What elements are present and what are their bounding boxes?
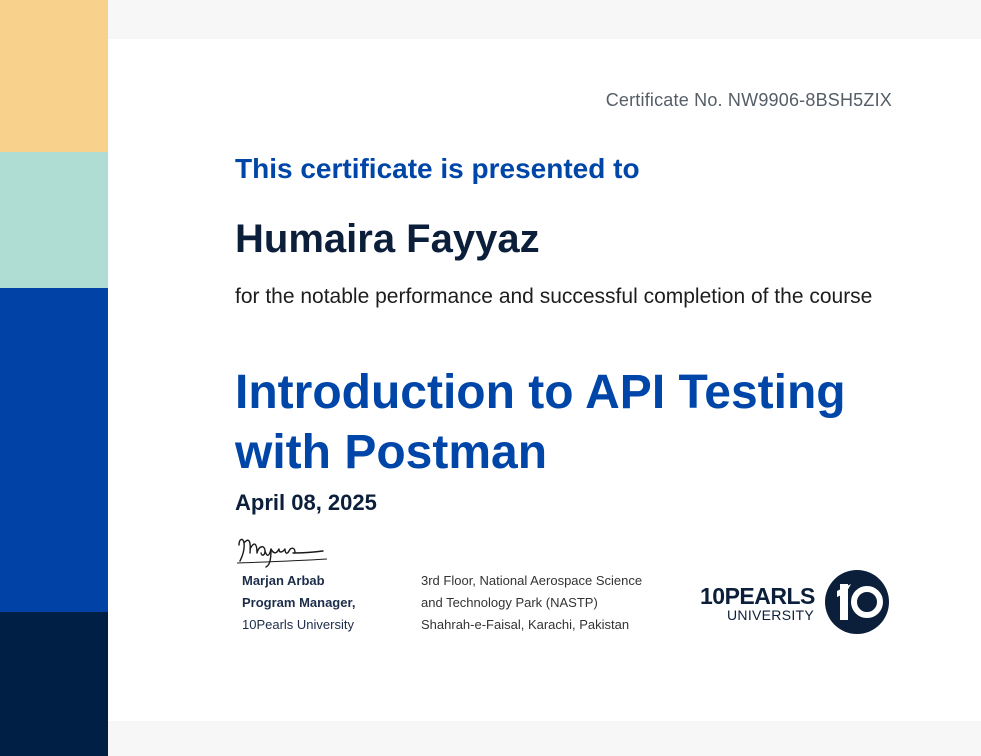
signer-title: Program Manager,: [242, 595, 356, 610]
recipient-name: Humaira Fayyaz: [235, 217, 540, 261]
decor-stripe-navy: [0, 612, 108, 756]
certificate-card: Certificate No. NW9906-8BSH5ZIX This cer…: [108, 39, 981, 721]
course-title: Introduction to API Testing with Postman: [235, 366, 846, 479]
presented-to-heading: This certificate is presented to: [235, 153, 640, 184]
address-block: 3rd Floor, National Aerospace Science an…: [421, 570, 642, 636]
certificate-description: for the notable performance and successf…: [235, 285, 873, 308]
signature-icon: [236, 538, 328, 568]
signer-block: Marjan Arbab Program Manager, 10Pearls U…: [242, 570, 355, 636]
logo-mark-icon: [825, 570, 889, 634]
address-line-3: Shahrah-e-Faisal, Karachi, Pakistan: [421, 617, 630, 632]
decor-stripe-yellow: [0, 0, 108, 152]
completion-date: April 08, 2025: [235, 490, 377, 515]
address-line-1: 3rd Floor, National Aerospace Science: [421, 573, 643, 588]
decor-stripe-teal: [0, 152, 108, 288]
logo-bottom-text: UNIVERSITY: [727, 607, 815, 623]
decor-stripe-blue: [0, 288, 108, 612]
signer-organization: 10Pearls University: [242, 617, 354, 632]
logo-top-text: 10PEARLS: [700, 583, 815, 609]
certificate-number: Certificate No. NW9906-8BSH5ZIX: [605, 90, 892, 110]
10pearls-university-logo: 10PEARLS UNIVERSITY: [698, 567, 898, 637]
address-line-2: and Technology Park (NASTP): [421, 595, 598, 610]
signer-name: Marjan Arbab: [242, 573, 325, 588]
